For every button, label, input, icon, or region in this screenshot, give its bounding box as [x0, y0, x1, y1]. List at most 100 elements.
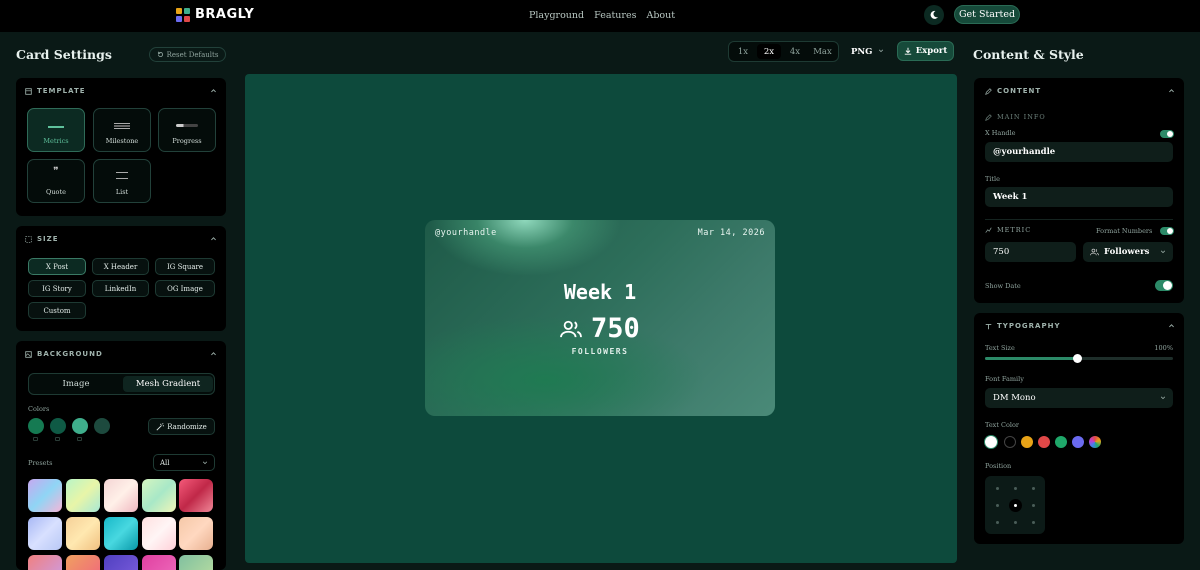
content-header[interactable]: CONTENT [985, 87, 1041, 95]
position-top-center[interactable] [1014, 487, 1017, 490]
preset-swatch[interactable] [28, 517, 62, 550]
swatch-handle-icon[interactable] [55, 437, 60, 441]
randomize-button[interactable]: Randomize [148, 418, 215, 435]
format-select[interactable]: PNG [845, 41, 890, 62]
text-color-red[interactable] [1038, 436, 1050, 448]
position-bottom-right[interactable] [1032, 521, 1035, 524]
nav-link-about[interactable]: About [646, 10, 675, 21]
download-icon [904, 47, 911, 55]
typography-heading: TYPOGRAPHY [997, 322, 1061, 330]
background-tab-group: Image Mesh Gradient [28, 373, 215, 395]
preset-swatch[interactable] [66, 517, 100, 550]
scale-2x[interactable]: 2x [757, 44, 781, 59]
chevron-up-icon[interactable] [210, 235, 217, 242]
metric-type-select[interactable]: Followers [1083, 242, 1173, 262]
color-swatch-4[interactable] [94, 418, 110, 434]
chevron-up-icon[interactable] [1168, 87, 1175, 94]
text-color-indigo[interactable] [1072, 436, 1084, 448]
nav-link-features[interactable]: Features [594, 10, 636, 21]
divider [985, 219, 1173, 220]
main-info-subheader: MAIN INFO [985, 113, 1046, 121]
text-color-white[interactable] [985, 436, 997, 448]
preview-card[interactable]: @yourhandle Mar 14, 2026 Week 1 750 FOLL… [425, 220, 775, 416]
preset-swatch[interactable] [142, 479, 176, 512]
presets-filter-select[interactable]: All [153, 454, 215, 471]
size-custom[interactable]: Custom [28, 302, 86, 319]
x-handle-toggle[interactable] [1160, 130, 1174, 138]
color-swatch-2[interactable] [50, 418, 66, 434]
show-date-toggle[interactable] [1155, 280, 1173, 291]
template-progress[interactable]: Progress [158, 108, 216, 152]
size-ig-story[interactable]: IG Story [28, 280, 86, 297]
text-color-green[interactable] [1055, 436, 1067, 448]
export-button[interactable]: Export [897, 41, 954, 61]
color-swatch-3[interactable] [72, 418, 88, 434]
swatch-handle-icon[interactable] [33, 437, 38, 441]
preset-swatch[interactable] [66, 555, 100, 570]
reset-defaults-button[interactable]: Reset Defaults [149, 47, 226, 62]
swatch-handle-icon[interactable] [77, 437, 82, 441]
preset-swatch[interactable] [104, 517, 138, 550]
template-header[interactable]: TEMPLATE [25, 87, 86, 95]
preset-swatch[interactable] [28, 555, 62, 570]
preset-swatch[interactable] [179, 479, 213, 512]
scale-max[interactable]: Max [809, 44, 836, 59]
preset-swatch[interactable] [179, 555, 213, 570]
custom-color-picker[interactable] [1089, 436, 1101, 448]
chevron-up-icon[interactable] [1168, 322, 1175, 329]
position-middle-left[interactable] [996, 504, 999, 507]
preset-swatch[interactable] [104, 555, 138, 570]
text-size-slider-track[interactable] [985, 354, 1173, 363]
color-swatch-1[interactable] [28, 418, 44, 434]
position-top-left[interactable] [996, 487, 999, 490]
position-bottom-center[interactable] [1014, 521, 1017, 524]
size-x-header[interactable]: X Header [92, 258, 149, 275]
size-linkedin[interactable]: LinkedIn [92, 280, 149, 297]
colors-label: Colors [28, 405, 50, 413]
font-family-value: DM Mono [993, 393, 1036, 403]
tab-image[interactable]: Image [31, 376, 121, 392]
background-header[interactable]: BACKGROUND [25, 350, 103, 358]
template-quote[interactable]: ❞ Quote [27, 159, 85, 203]
template-metrics-label: Metrics [43, 137, 69, 145]
chevron-down-icon [1160, 396, 1166, 400]
position-top-right[interactable] [1032, 487, 1035, 490]
text-size-slider-thumb[interactable] [1073, 354, 1083, 363]
typography-header[interactable]: TYPOGRAPHY [985, 322, 1061, 330]
preset-swatch[interactable] [104, 479, 138, 512]
preset-swatch[interactable] [28, 479, 62, 512]
size-header[interactable]: SIZE [25, 235, 59, 243]
template-milestone[interactable]: Milestone [93, 108, 151, 152]
scale-4x[interactable]: 4x [784, 44, 806, 59]
preset-swatch[interactable] [179, 517, 213, 550]
theme-toggle-button[interactable] [924, 5, 944, 25]
preset-swatch[interactable] [142, 555, 176, 570]
size-ig-square[interactable]: IG Square [155, 258, 215, 275]
position-center-selected[interactable] [1009, 499, 1022, 512]
metric-value-input[interactable]: 750 [985, 242, 1076, 262]
template-list[interactable]: List [93, 159, 151, 203]
position-bottom-left[interactable] [996, 521, 999, 524]
x-handle-input[interactable]: @yourhandle [985, 142, 1173, 162]
position-middle-right[interactable] [1032, 504, 1035, 507]
get-started-button[interactable]: Get Started [954, 5, 1020, 24]
quote-icon: ❞ [53, 166, 59, 177]
nav-link-playground[interactable]: Playground [529, 10, 584, 21]
typography-section: TYPOGRAPHY Text Size 100% Font Family DM… [974, 313, 1184, 544]
chevron-up-icon[interactable] [210, 350, 217, 357]
text-color-amber[interactable] [1021, 436, 1033, 448]
size-x-post[interactable]: X Post [28, 258, 86, 275]
title-input[interactable]: Week 1 [985, 187, 1173, 207]
tab-mesh-gradient[interactable]: Mesh Gradient [123, 376, 213, 392]
preset-swatch[interactable] [66, 479, 100, 512]
size-og-image[interactable]: OG Image [155, 280, 215, 297]
scale-1x[interactable]: 1x [732, 44, 754, 59]
preset-swatch[interactable] [142, 517, 176, 550]
format-numbers-toggle[interactable] [1160, 227, 1174, 235]
template-metrics[interactable]: Metrics [27, 108, 85, 152]
chevron-up-icon[interactable] [210, 87, 217, 94]
text-color-black[interactable] [1004, 436, 1016, 448]
logo-icon [176, 7, 190, 22]
brand-logo[interactable]: BRAGLY [176, 7, 254, 22]
font-family-select[interactable]: DM Mono [985, 388, 1173, 408]
